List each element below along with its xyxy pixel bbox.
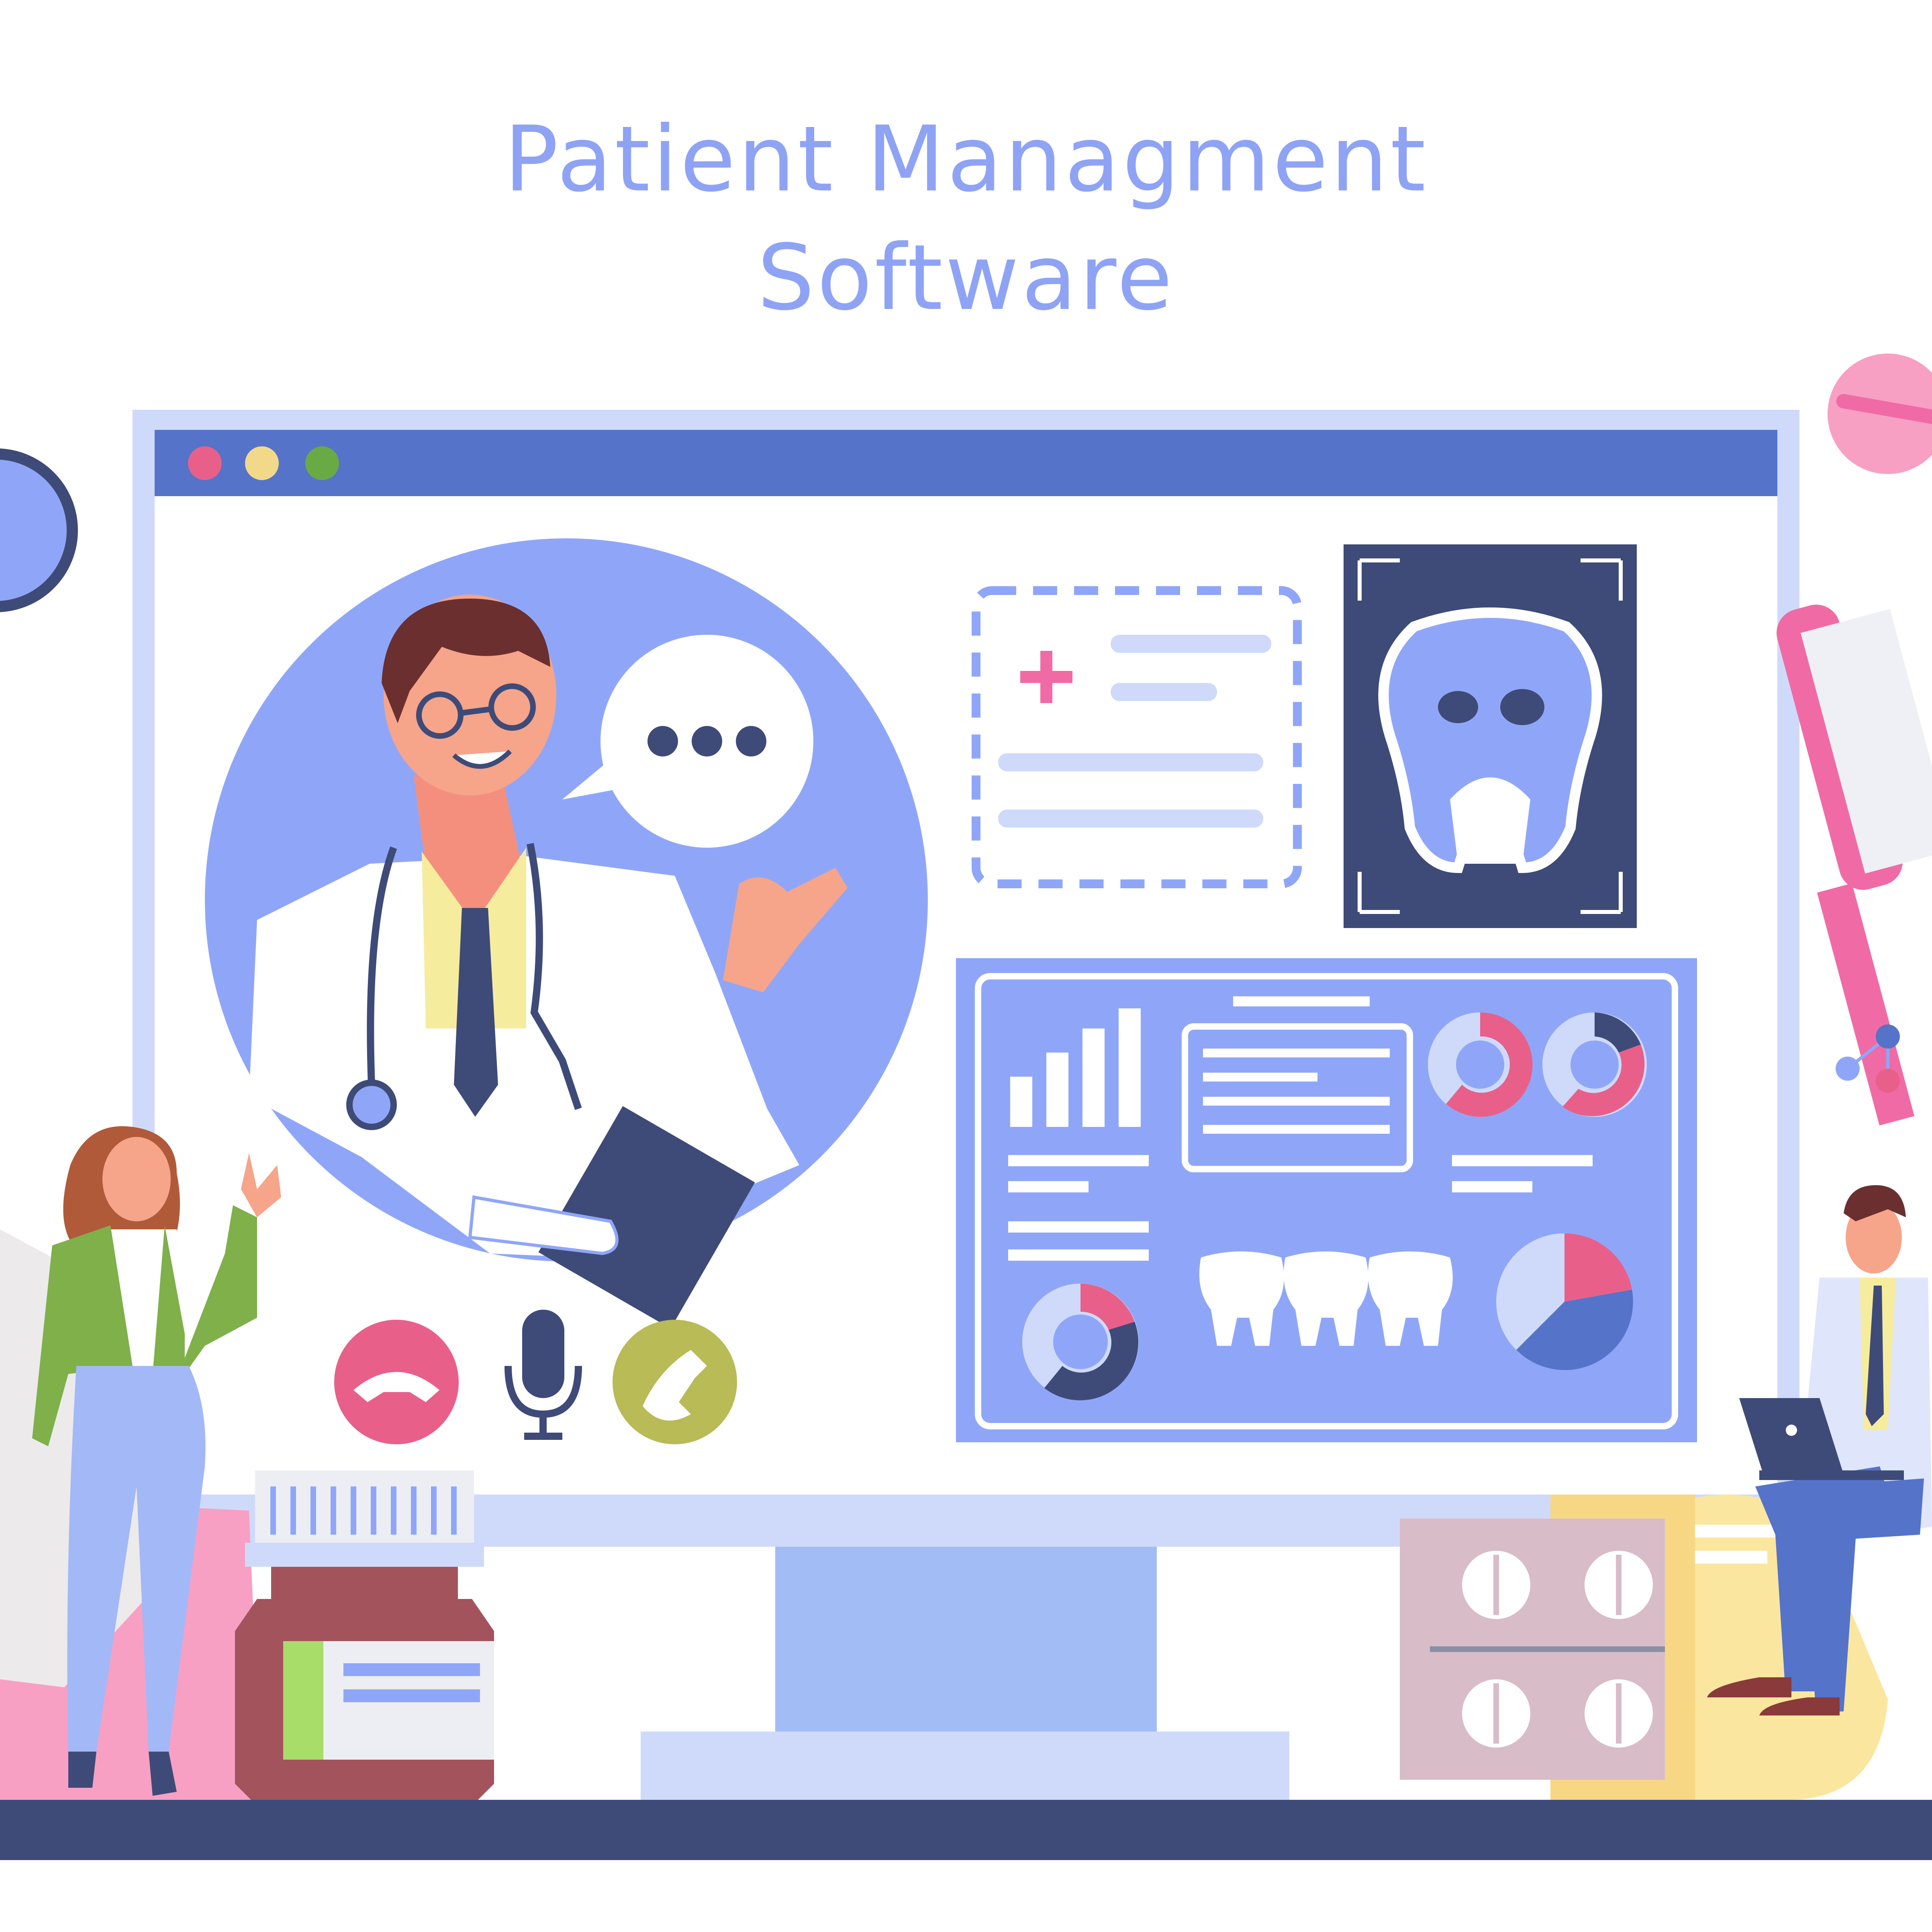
tooth-xray-icon xyxy=(1344,544,1637,928)
donut-chart-icon xyxy=(1428,1012,1533,1117)
floor-strip xyxy=(0,1800,1932,1860)
end-call-button[interactable] xyxy=(334,1320,459,1444)
pie-chart-icon xyxy=(1496,1233,1633,1370)
donut-chart-icon xyxy=(1022,1284,1139,1400)
browser-title-bar xyxy=(155,430,1777,496)
medicine-bottle-icon xyxy=(235,1470,494,1800)
decorative-disc-left xyxy=(0,448,78,612)
monitor-stand-base xyxy=(641,1732,1289,1800)
window-dot-yellow[interactable] xyxy=(245,446,279,480)
monitor-stand-neck xyxy=(775,1547,1157,1736)
illustration xyxy=(0,354,1932,1860)
window-dot-green[interactable] xyxy=(305,446,339,480)
accept-call-button[interactable] xyxy=(613,1320,737,1444)
donut-chart-icon xyxy=(1542,1012,1647,1117)
window-dot-red[interactable] xyxy=(188,446,222,480)
pill-icon xyxy=(1828,354,1932,474)
analytics-dashboard xyxy=(956,958,1697,1442)
